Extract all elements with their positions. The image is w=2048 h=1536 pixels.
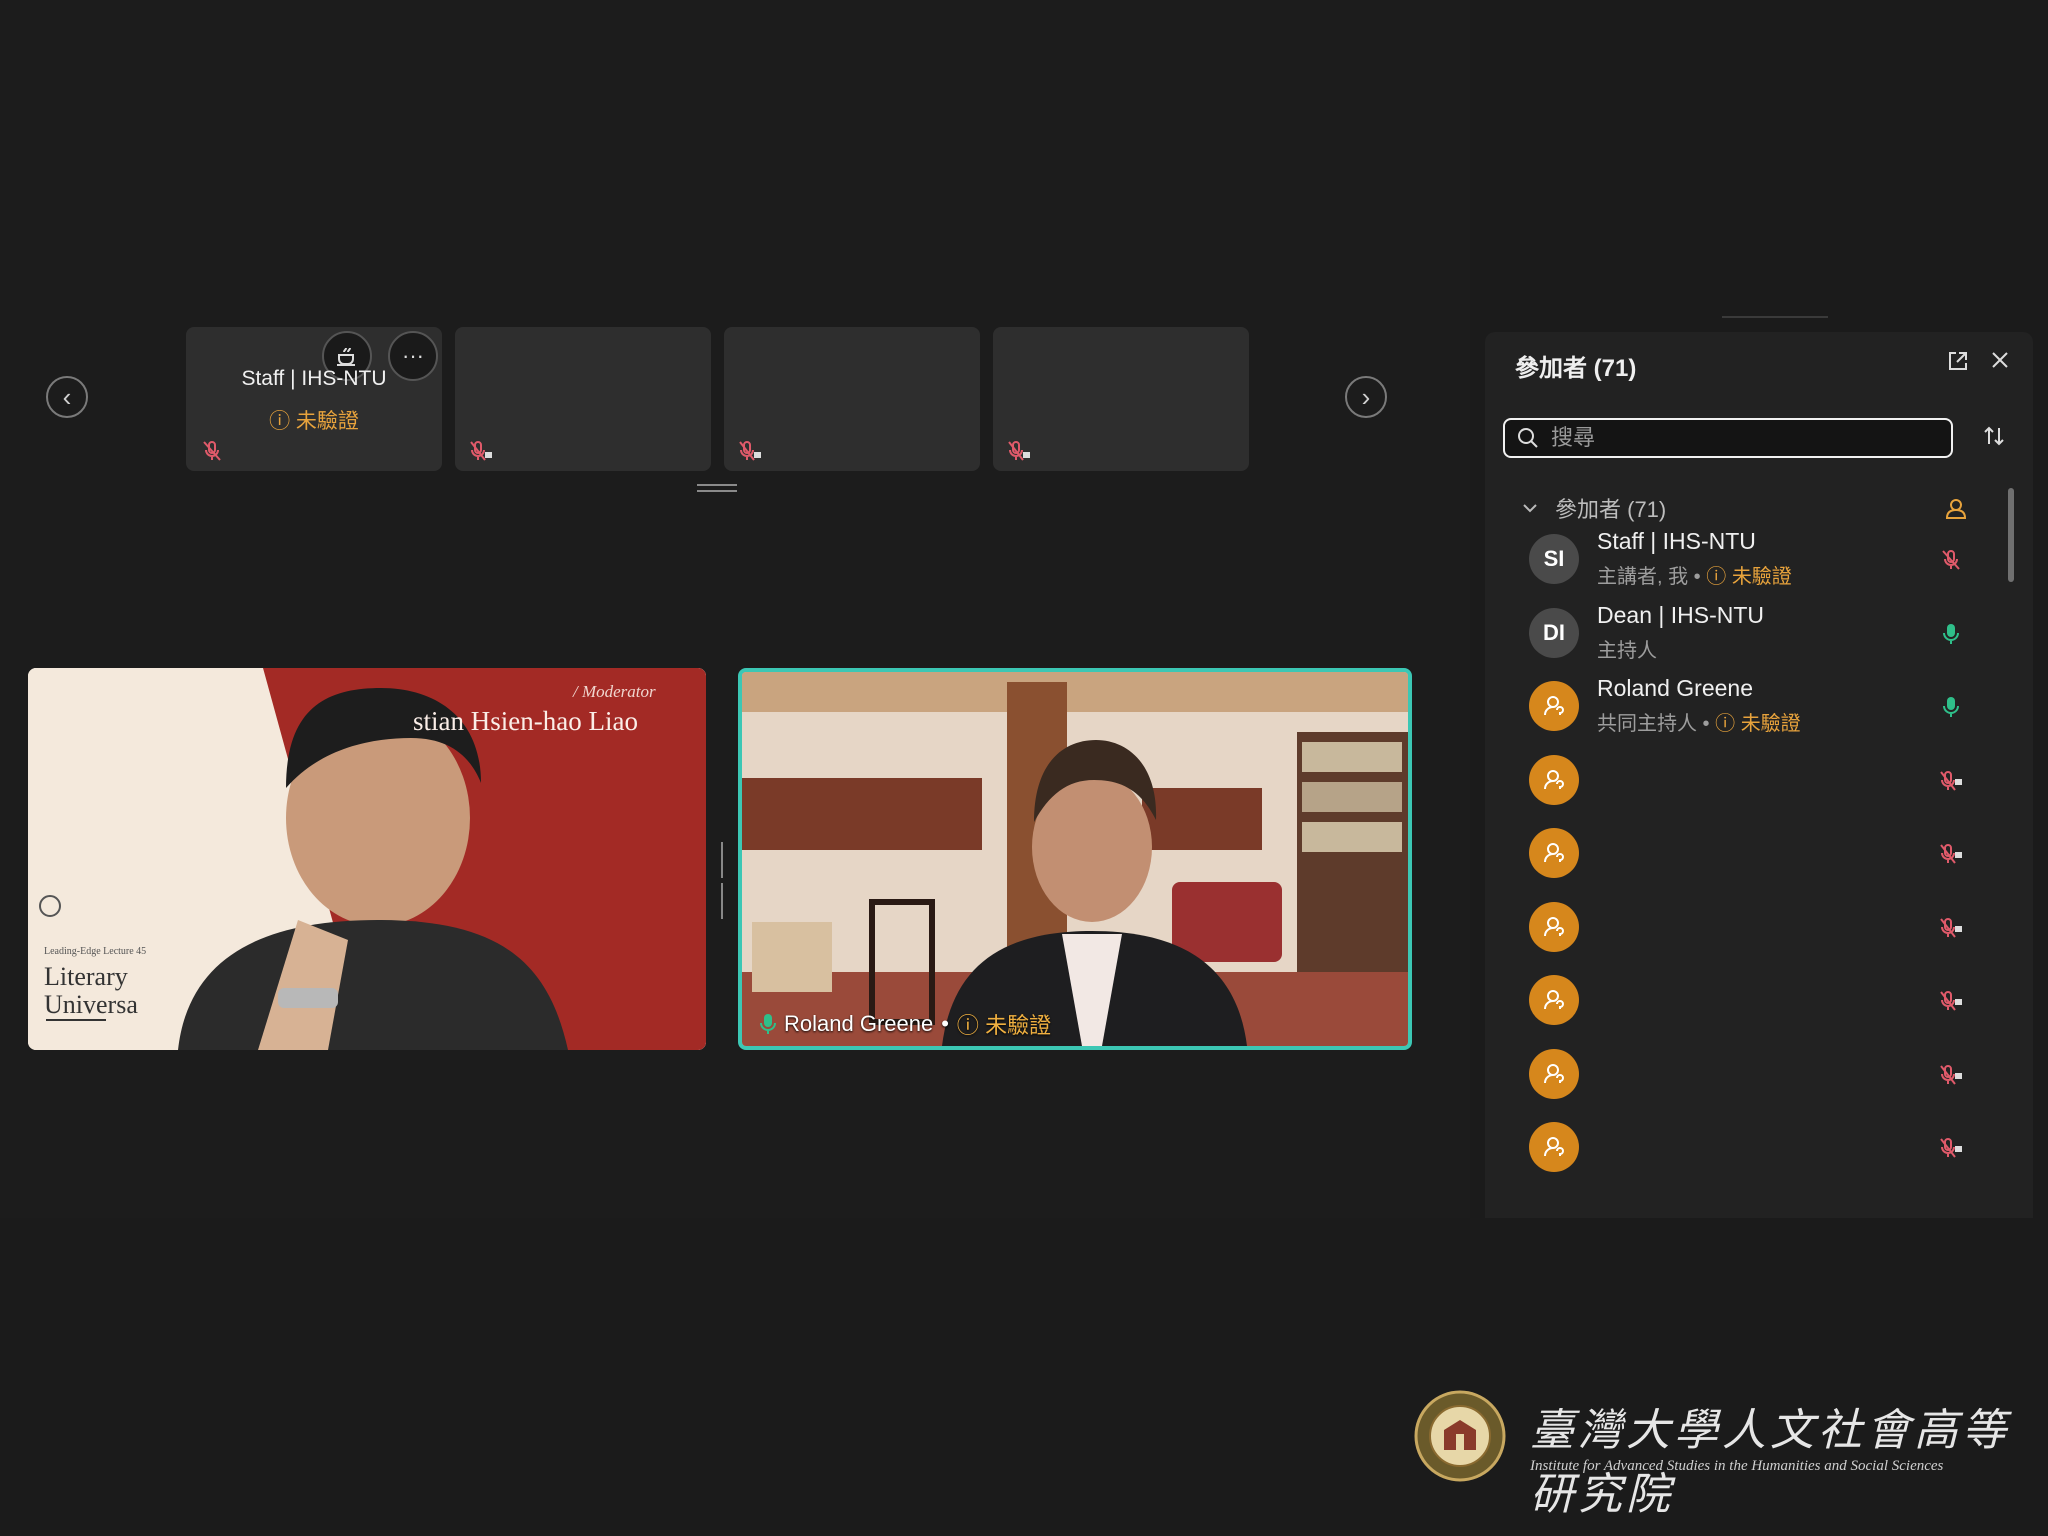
avatar — [1529, 975, 1579, 1025]
participant-list: SI Staff | IHS-NTU 主講者, 我 • ⓘ 未驗證 DI Dea… — [1529, 522, 1999, 1184]
video-tile-active-speaker[interactable]: Roland Greene • ⓘ 未驗證 — [738, 668, 1412, 1050]
institute-watermark: 臺灣大學人文社會高等研究院 Institute for Advanced Stu… — [1414, 1390, 2014, 1520]
avatar — [1529, 1048, 1579, 1099]
guest-user-icon — [1544, 990, 1564, 1010]
question-icon: ⓘ — [1706, 566, 1727, 588]
video-tile-moderator[interactable]: / Moderator stian Hsien-hao Liao Leading… — [28, 668, 706, 1050]
participant-row[interactable] — [1529, 743, 1999, 817]
participant-role: 主持人 — [1597, 639, 1657, 662]
chevron-left-icon: ‹ — [62, 381, 72, 412]
close-icon — [1992, 352, 2008, 368]
participant-name: Roland Greene — [1597, 675, 1753, 701]
participants-section-toggle[interactable]: 參加者 (71) — [1521, 492, 1666, 524]
participant-row[interactable] — [1529, 963, 1999, 1037]
filmstrip-tile-staff[interactable]: ··· Staff | IHS-NTU ⓘ 未驗證 — [186, 327, 442, 471]
participant-row[interactable]: DI Dean | IHS-NTU 主持人 — [1529, 596, 1999, 670]
participant-search[interactable] — [1503, 418, 1953, 458]
avatar: SI — [1529, 534, 1579, 584]
mic-muted-locked-icon — [1940, 917, 1962, 938]
avatar — [1529, 754, 1579, 805]
coffee-cup-icon — [337, 347, 355, 366]
mic-muted-icon — [1942, 550, 1960, 570]
video-frame — [742, 672, 1408, 1046]
participant-list-scrollbar[interactable] — [2008, 488, 2014, 582]
avatar — [1529, 1122, 1579, 1172]
mic-muted-locked-icon — [1940, 1064, 1962, 1085]
more-icon: ··· — [402, 343, 424, 368]
institute-name-english: Institute for Advanced Studies in the Hu… — [1530, 1458, 1944, 1474]
avatar — [1529, 828, 1579, 878]
mic-muted-locked-icon — [1940, 844, 1962, 864]
participant-row[interactable] — [1529, 890, 1999, 964]
panel-title: 參加者 (71) — [1515, 355, 1637, 382]
slide-name: stian Hsien-hao Liao — [413, 706, 638, 736]
mic-muted-locked-icon — [1940, 991, 1962, 1011]
avatar — [1529, 681, 1579, 731]
search-input[interactable] — [1549, 424, 1913, 452]
guest-user-icon — [1544, 843, 1564, 863]
popout-button[interactable] — [1945, 350, 1971, 376]
participant-name: Roland Greene — [784, 1011, 934, 1036]
sort-icon — [1984, 426, 2004, 446]
filmstrip-tile[interactable] — [724, 327, 980, 471]
sort-button[interactable] — [1979, 424, 2009, 454]
mic-muted-icon — [203, 441, 221, 461]
video-caption: Roland Greene • ⓘ 未驗證 — [760, 1008, 1051, 1040]
guest-user-icon — [1544, 1137, 1564, 1157]
mic-on-icon — [760, 1014, 776, 1034]
filmstrip-prev-button[interactable]: ‹ — [46, 376, 88, 418]
guest-user-icon — [1544, 916, 1564, 936]
meeting-stage: ‹ ··· Staff | IHS-NTU ⓘ 未驗證 › / Moderato… — [0, 0, 1470, 1218]
slide-title: Literary Universa — [44, 962, 138, 1019]
participant-row[interactable] — [1529, 1110, 1999, 1184]
participant-name: Dean | IHS-NTU — [1597, 601, 1765, 628]
verification-status: ⓘ 未驗證 — [956, 1013, 1052, 1038]
mic-muted-locked-icon — [1940, 770, 1962, 791]
mic-on-icon — [1943, 697, 1959, 717]
panel-grabber[interactable] — [1722, 316, 1828, 318]
participant-name: Staff | IHS-NTU — [1597, 528, 1756, 554]
mic-muted-locked-icon — [739, 441, 761, 461]
avatar: DI — [1529, 607, 1579, 658]
tile-name: Staff | IHS-NTU — [241, 367, 387, 390]
slide-role: / Moderator — [573, 682, 656, 701]
question-icon: ⓘ — [1715, 713, 1736, 735]
institute-seal-icon — [1414, 1390, 1506, 1482]
question-icon: ⓘ — [269, 410, 291, 433]
guest-user-icon — [1544, 769, 1564, 789]
participant-row[interactable]: Roland Greene 共同主持人 • ⓘ 未驗證 — [1529, 669, 1999, 743]
popout-icon — [1949, 352, 1967, 370]
participant-row[interactable] — [1529, 816, 1999, 890]
question-icon: ⓘ — [956, 1013, 979, 1038]
participant-row[interactable] — [1529, 1037, 1999, 1111]
participants-panel: 參加者 (71) 參加者 (71) SI Staff | IHS-NTU 主講者… — [1485, 332, 2033, 1218]
avatar — [1529, 901, 1579, 952]
guest-user-icon — [1544, 696, 1564, 716]
filmstrip-tile[interactable] — [993, 327, 1249, 471]
mic-muted-locked-icon — [1940, 1138, 1962, 1158]
chevron-down-icon — [1523, 504, 1537, 513]
guest-user-icon — [1544, 1063, 1564, 1083]
filmstrip-tile[interactable] — [455, 327, 711, 471]
participant-role: 主講者, 我 • ⓘ 未驗證 — [1597, 566, 1792, 588]
filmstrip-resize-handle[interactable] — [697, 484, 737, 494]
filmstrip-next-button[interactable]: › — [1345, 376, 1387, 418]
guest-lock-icon — [1945, 499, 1967, 519]
mic-on-icon — [1943, 623, 1959, 644]
participant-role: 共同主持人 • ⓘ 未驗證 — [1597, 713, 1801, 735]
tile-status: ⓘ 未驗證 — [269, 410, 359, 433]
video-split-handle[interactable] — [721, 842, 729, 919]
search-icon — [1518, 428, 1538, 448]
mic-muted-locked-icon — [470, 441, 492, 461]
close-panel-button[interactable] — [1987, 350, 2013, 376]
chevron-right-icon: › — [1361, 381, 1371, 412]
slide-series: Leading-Edge Lecture 45 — [44, 946, 147, 957]
mic-muted-locked-icon — [1008, 441, 1030, 461]
section-label: 參加者 (71) — [1555, 497, 1667, 522]
participant-row[interactable]: SI Staff | IHS-NTU 主講者, 我 • ⓘ 未驗證 — [1529, 522, 1999, 596]
